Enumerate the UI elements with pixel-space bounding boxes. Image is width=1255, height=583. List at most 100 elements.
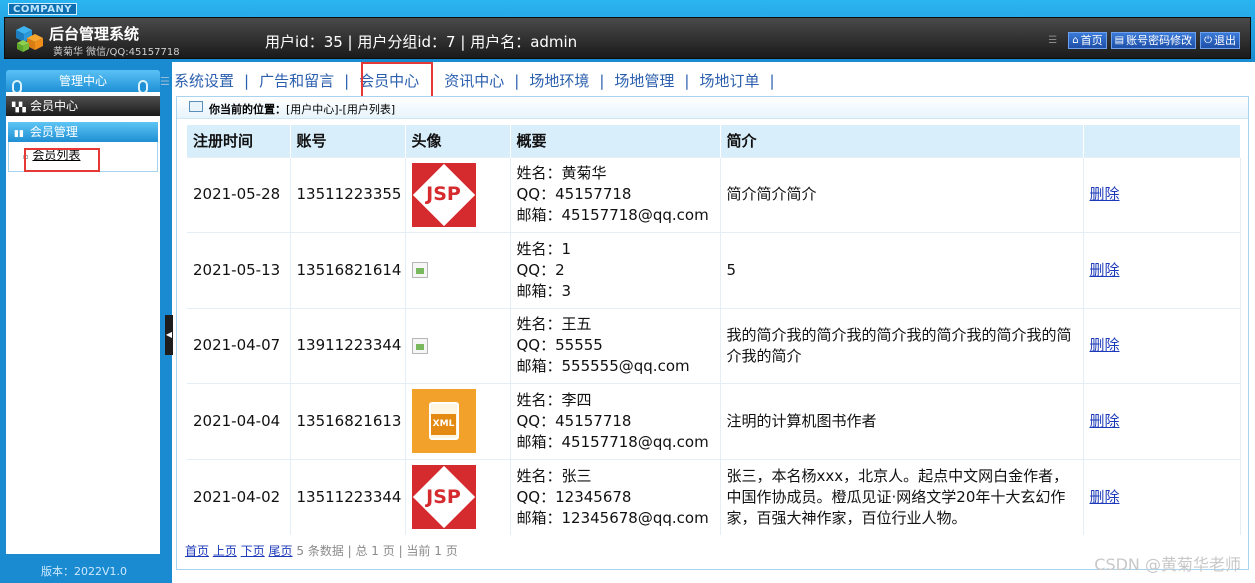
broken-image-icon [411,337,428,354]
pager-first[interactable]: 首页 [185,544,209,558]
summary-name: 姓名：李四 [516,390,592,409]
header-bar: 后台管理系统 黄菊华 微信/QQ:45157718 用户id：35 | 用户分组… [4,17,1251,59]
jsp-icon: JSP [411,162,476,227]
home-button[interactable]: ⌂ 首页 [1068,32,1107,49]
pager-prev[interactable]: 上页 [213,544,237,558]
cell-summary: 姓名：1 QQ：2 邮箱：3 [510,232,721,308]
logout-label: 退出 [1214,34,1236,47]
nav-item-ads-messages[interactable]: 广告和留言 [257,70,336,91]
cell-account: 13516821613 [290,383,406,459]
column-header: 账号 [290,125,406,157]
table-row: 2021-04-07 13911223344 姓名：王五 QQ：55555 邮箱：5… [187,307,1241,384]
pager-last[interactable]: 尾页 [269,544,293,558]
column-header: 简介 [720,125,1084,157]
xml-icon: XML [411,389,476,454]
cell-date: 2021-04-04 [187,383,291,459]
summary-email: 邮箱：555555@qq.com [516,357,690,376]
top-header: COMPANY 后台管理系统 黄菊华 微信/QQ:45157718 用户id：3… [0,0,1255,62]
highlight-box-sidebar [24,148,100,172]
table-header-row: 注册时间 账号 头像 概要 简介 [187,125,1241,157]
summary-qq: QQ：2 [516,260,565,279]
grid-icon: ▚▚ [12,103,26,113]
column-header: 注册时间 [187,125,291,157]
nav-list: 系统设置 | 广告和留言 | 会员中心 | 资讯中心 | 场地环境 | 场地管理… [172,70,783,91]
delete-link[interactable]: 删除 [1090,185,1120,203]
nav-item-venue-management[interactable]: 场地管理 [612,70,676,91]
pagination: 首页 上页 下页 尾页 5 条数据 | 总 1 页 | 当前 1 页 [185,542,458,559]
delete-link[interactable]: 删除 [1090,488,1120,506]
system-title: 后台管理系统 [49,25,140,43]
pager-summary: 5 条数据 | 总 1 页 | 当前 1 页 [296,544,458,558]
delete-link[interactable]: 删除 [1090,412,1120,430]
book-icon: ▮▮ [14,129,24,139]
change-password-button[interactable]: ▤ 账号密码修改 [1110,32,1197,49]
highlight-box-nav [361,62,433,100]
cell-intro: 注明的计算机图书作者 [720,383,1084,459]
sidebar-group-member-management[interactable]: ▮▮ 会员管理 [8,122,158,142]
summary-name: 姓名：黄菊华 [516,164,607,183]
cell-date: 2021-05-28 [187,156,291,233]
nav-separator: | [684,71,690,90]
window-icon [189,101,203,112]
column-header: 概要 [510,125,721,157]
table-row: 2021-04-02 13511223344 JSP 姓名：张三 QQ：12345… [187,458,1241,535]
grid-icon: ☰ [1048,34,1058,46]
app-window: COMPANY 后台管理系统 黄菊华 微信/QQ:45157718 用户id：3… [0,0,1255,583]
pager-next[interactable]: 下页 [241,544,265,558]
summary-qq: QQ：12345678 [516,487,632,506]
cell-intro: 我的简介我的简介我的简介我的简介我的简介我的简介我的简介 [720,307,1084,384]
nav-item-system-settings[interactable]: 系统设置 [172,70,236,91]
table-row: 2021-04-04 13516821613 XML 姓名：李四 QQ：45157… [187,383,1241,459]
table-row: 2021-05-13 13516821614 姓名：1 QQ：2 邮箱：3 5 删除 [187,232,1241,308]
broken-image-icon [411,262,428,279]
breadcrumb-bar: 你当前的位置：[用户中心]-[用户列表] [177,97,1248,119]
summary-email: 邮箱：45157718@qq.com [516,432,709,451]
summary-qq: QQ：45157718 [516,411,632,430]
system-subtitle: 黄菊华 微信/QQ:45157718 [53,47,180,58]
nav-item-venue-environment[interactable]: 场地环境 [527,70,591,91]
cell-summary: 姓名：王五 QQ：55555 邮箱：555555@qq.com [510,307,721,384]
cell-avatar [405,307,511,384]
summary-qq: QQ：45157718 [516,185,632,204]
breadcrumb-label: 你当前的位置： [209,103,286,116]
sidebar-category-label: 会员中心 [30,99,79,113]
collapse-arrow-icon[interactable]: ◀ [165,315,173,355]
menu-icon: ☰ [160,75,170,88]
nav-separator: | [344,71,350,90]
delete-link[interactable]: 删除 [1090,261,1120,279]
summary-email: 邮箱：12345678@qq.com [516,508,709,527]
home-label: 首页 [1080,34,1103,47]
watermark: CSDN @黄菊华老师 [1094,555,1241,574]
nav-item-news-center[interactable]: 资讯中心 [442,70,506,91]
summary-email: 邮箱：45157718@qq.com [516,206,709,225]
member-table: 注册时间 账号 头像 概要 简介 2021-05-28 13511223355 … [187,125,1241,535]
breadcrumb: 你当前的位置：[用户中心]-[用户列表] [209,101,395,117]
cell-date: 2021-04-02 [187,458,291,535]
summary-name: 姓名：张三 [516,466,592,485]
jsp-icon: JSP [411,465,476,529]
top-links: ☰ ⌂ 首页 ▤ 账号密码修改 ⏻ 退出 [1048,32,1240,49]
summary-name: 姓名：王五 [516,315,592,334]
cell-avatar [405,232,511,308]
cell-action: 删除 [1083,232,1241,308]
sidebar-category-member-center[interactable]: ▚▚ 会员中心 [6,96,160,116]
logout-button[interactable]: ⏻ 退出 [1200,32,1240,49]
top-nav: ☰ 系统设置 | 广告和留言 | 会员中心 | 资讯中心 | 场地环境 | 场地… [160,62,1255,96]
delete-link[interactable]: 删除 [1090,336,1120,354]
nav-separator: | [514,71,520,90]
nav-separator: | [769,71,775,90]
cell-intro: 5 [720,232,1084,308]
cell-action: 删除 [1083,307,1241,384]
summary-qq: QQ：55555 [516,336,603,355]
cell-action: 删除 [1083,458,1241,535]
cell-account: 13516821614 [290,232,406,308]
cell-summary: 姓名：张三 QQ：12345678 邮箱：12345678@qq.com [510,458,721,535]
table-row: 2021-05-28 13511223355 JSP 姓名：黄菊华 QQ：4515… [187,156,1241,233]
summary-name: 姓名：1 [516,239,572,258]
column-header [1083,125,1241,157]
sidebar-heading: 管理中心 [6,70,160,92]
nav-separator: | [244,71,250,90]
sidebar: 管理中心 ▚▚ 会员中心 ▮▮ 会员管理 ▫ 会员列表 版本：2022V1.0 [0,62,168,583]
nav-item-venue-orders[interactable]: 场地订单 [697,70,761,91]
cell-date: 2021-05-13 [187,232,291,308]
